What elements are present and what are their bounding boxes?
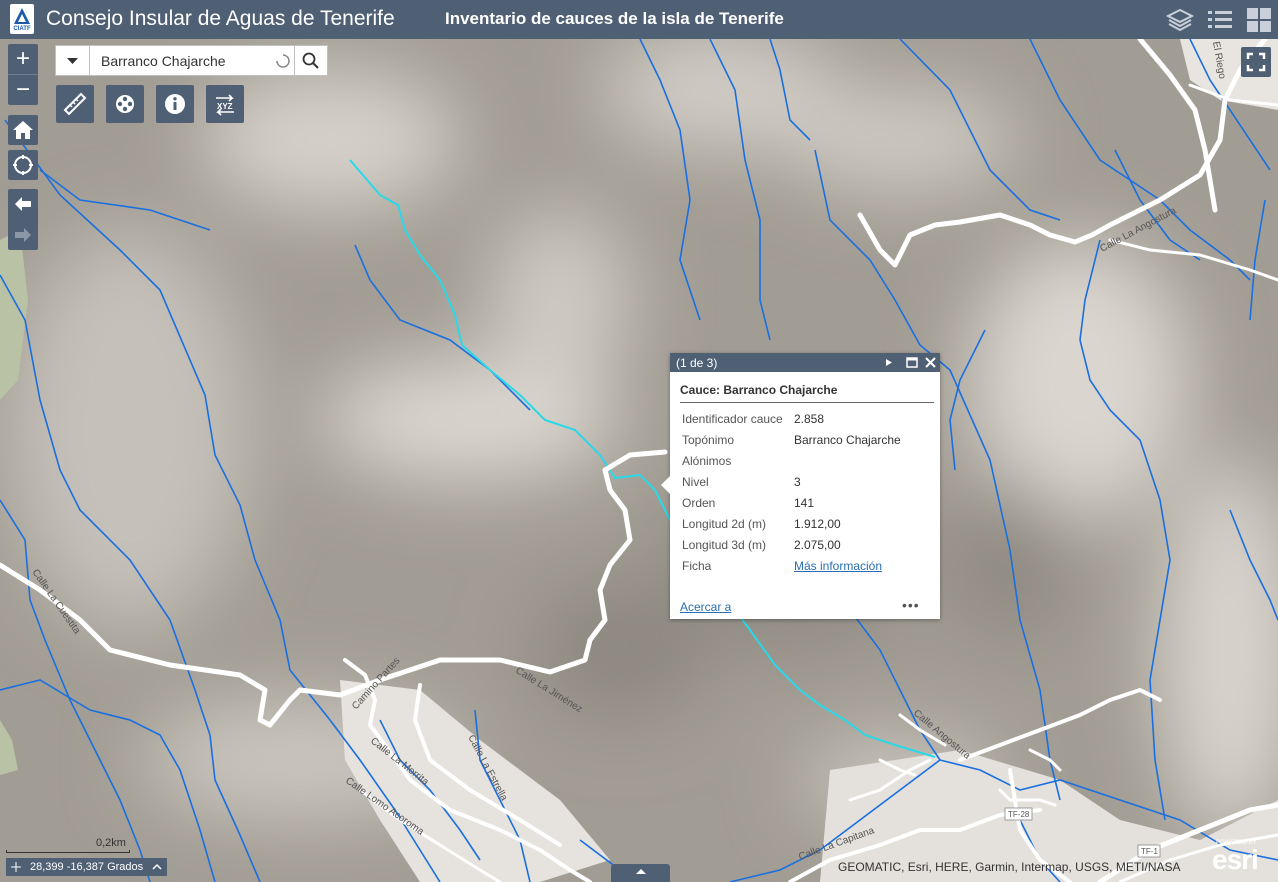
zoom-in-button[interactable]: + [8,44,38,74]
plus-icon: + [15,45,30,72]
esri-name: esri [1212,844,1259,875]
zoom-to-link[interactable]: Acercar a [680,600,731,614]
arrow-left-icon [15,197,31,211]
minus-icon: − [15,76,30,103]
basemap-gallery-button[interactable] [1244,5,1274,35]
film-reel-icon [116,95,134,113]
filter-button[interactable] [106,85,144,123]
attribute-key: Longitud 3d (m) [682,538,767,552]
caret-up-icon [636,869,646,874]
legend-button[interactable] [1205,5,1235,35]
caret-down-icon [67,58,78,64]
attribute-value: 141 [794,496,815,510]
maximize-icon[interactable] [906,357,918,368]
attribute-value: 1.912,00 [794,517,841,531]
loading-spinner-icon [276,54,290,68]
next-extent-button[interactable] [8,220,38,250]
coordinate-widget: 28,399 -16,387 Grados [6,858,167,876]
layers-icon [1165,8,1195,32]
more-actions-button[interactable]: ••• [902,597,920,613]
my-location-button[interactable] [8,150,38,180]
coordinate-readout: 28,399 -16,387 Grados [30,861,144,873]
info-button[interactable] [156,85,194,123]
attribute-key: Topónimo [682,433,735,447]
search-input[interactable]: Barranco Chajarche [101,53,226,69]
arrow-right-icon [15,228,31,242]
attribute-value: Barranco Chajarche [794,433,901,447]
crosshair-icon[interactable] [10,861,22,873]
scale-label: 0,2km [96,837,126,849]
attribute-key: Nivel [682,475,709,489]
fullscreen-button[interactable] [1241,47,1271,77]
locate-icon [13,155,33,175]
chevron-up-icon[interactable] [151,861,163,873]
attribute-key: Ficha [682,559,712,573]
map-title: Inventario de cauces de la isla de Tener… [445,9,784,28]
attribute-value: 3 [794,475,801,489]
grid-icon [1247,8,1271,32]
attribute-key: Alónimos [682,454,732,468]
next-feature-button[interactable] [883,357,894,368]
app-title: Consejo Insular de Aguas de Tenerife [46,7,395,30]
popup-title: Cauce: Barranco Chajarche [680,383,838,397]
feature-popup: (1 de 3) Cauce: Barranco Chajarche Ident… [661,353,940,619]
logo-label: CIATF [13,26,31,32]
popup-divider [680,402,934,403]
attribute-key: Identificador cauce [682,412,783,426]
previous-extent-button[interactable] [8,189,38,219]
search-button[interactable] [294,46,327,75]
attribute-value: 2.075,00 [794,538,841,552]
extent-navigator [8,189,38,250]
scale-bar: 0,2km [6,837,130,855]
measure-button[interactable] [56,85,94,123]
attribute-key: Longitud 2d (m) [682,517,767,531]
zoom-out-button[interactable]: − [8,75,38,105]
coordinate-conversion-button[interactable]: XYZ [206,85,244,123]
ruler-icon [63,92,87,116]
highway-label: TF-28 [1008,810,1030,819]
list-icon [1208,11,1232,28]
fullscreen-icon [1246,52,1266,72]
highway-label: TF-1 [1141,847,1158,856]
popup-counter: (1 de 3) [676,356,718,370]
mas-informacion-link[interactable]: Más información [794,559,882,573]
map-attribution: GEOMATIC, Esri, HERE, Garmin, Intermap, … [838,860,1181,874]
zoom-controls: + − [8,44,38,105]
map-view[interactable]: Calle La Angostura Calle La Cuestita Cal… [0,39,1278,882]
info-icon [165,94,185,114]
attribute-key: Orden [682,496,716,510]
xyz-swap-icon: XYZ [216,94,234,116]
scale-line [6,850,130,853]
search-widget: Barranco Chajarche [55,45,328,76]
bottom-panel-toggle[interactable] [611,864,670,882]
ciatf-logo: CIATF [10,4,34,34]
map-canvas[interactable]: Calle La Angostura Calle La Cuestita Cal… [0,39,1278,882]
home-button[interactable] [8,115,38,145]
home-icon [13,121,33,139]
search-icon [302,52,319,69]
attribute-value: 2.858 [794,412,825,426]
popup-header: (1 de 3) [670,353,940,372]
popup-pointer [661,476,670,494]
close-icon[interactable] [924,356,937,369]
layers-button[interactable] [1165,5,1195,35]
search-source-dropdown[interactable] [56,46,90,75]
logo-mark-icon [14,8,30,24]
app-header: CIATF Consejo Insular de Aguas de Teneri… [0,0,1278,39]
